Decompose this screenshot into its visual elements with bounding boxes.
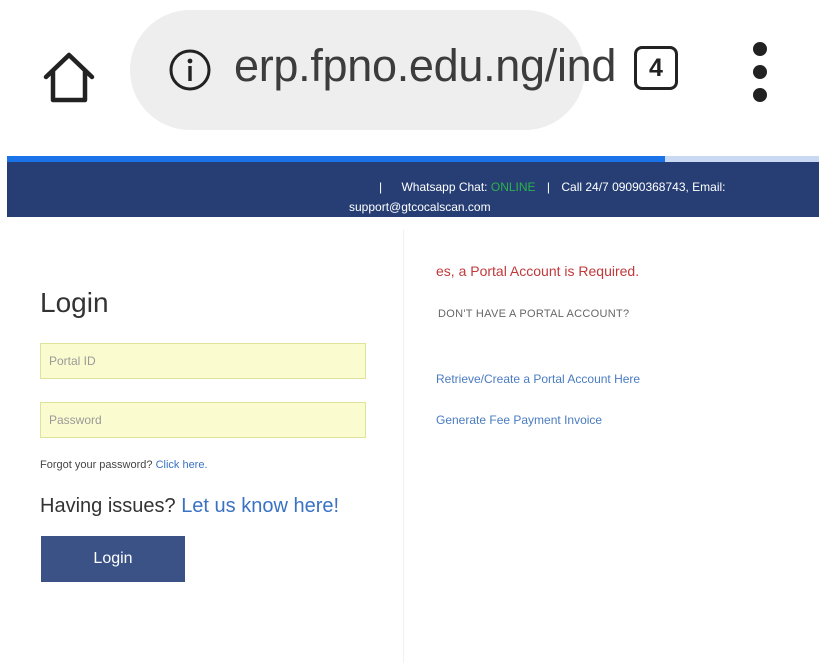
portal-id-input[interactable] [40, 343, 366, 379]
no-account-heading: DON'T HAVE A PORTAL ACCOUNT? [438, 308, 630, 320]
more-vert-icon[interactable] [748, 42, 772, 102]
generate-invoice-link[interactable]: Generate Fee Payment Invoice [436, 413, 602, 427]
portal-account-notice: es, a Portal Account is Required. [436, 263, 640, 279]
site-info-button[interactable] [168, 48, 212, 92]
login-button[interactable]: Login [41, 536, 185, 582]
issues-link[interactable]: Let us know here! [181, 495, 339, 517]
contact-line: | Whatsapp Chat: ONLINE | Call 24/7 0909… [379, 180, 726, 194]
call-label: Call 24/7 [561, 180, 609, 194]
home-button[interactable] [40, 48, 98, 106]
column-divider [403, 230, 404, 663]
retrieve-account-link[interactable]: Retrieve/Create a Portal Account Here [436, 372, 640, 386]
issues-row: Having issues? Let us know here! [40, 495, 339, 518]
info-icon [169, 49, 211, 91]
forgot-password-row: Forgot your password? Click here. [40, 459, 208, 471]
topbar-separator-2: | [546, 180, 551, 194]
phone-number[interactable]: 09090368743, [612, 180, 689, 194]
page: erp.fpno.edu.ng/ind 4 | Whatsapp Chat: O… [0, 0, 819, 663]
forgot-password-link[interactable]: Click here. [156, 459, 208, 471]
browser-toolbar: erp.fpno.edu.ng/ind 4 [0, 0, 819, 156]
site-topbar: | Whatsapp Chat: ONLINE | Call 24/7 0909… [7, 162, 819, 217]
forgot-password-text: Forgot your password? [40, 459, 153, 471]
whatsapp-status[interactable]: ONLINE [491, 180, 536, 194]
support-email[interactable]: support@gtcocalscan.com [349, 200, 491, 214]
home-icon [43, 52, 95, 103]
login-title: Login [40, 287, 109, 318]
url-text[interactable]: erp.fpno.edu.ng/ind [234, 40, 616, 92]
email-label: Email: [692, 180, 726, 194]
password-input[interactable] [40, 402, 366, 438]
issues-text: Having issues? [40, 495, 176, 517]
tab-switcher-button[interactable]: 4 [634, 46, 678, 90]
whatsapp-label: Whatsapp Chat: [401, 180, 488, 194]
topbar-separator: | [379, 180, 383, 194]
